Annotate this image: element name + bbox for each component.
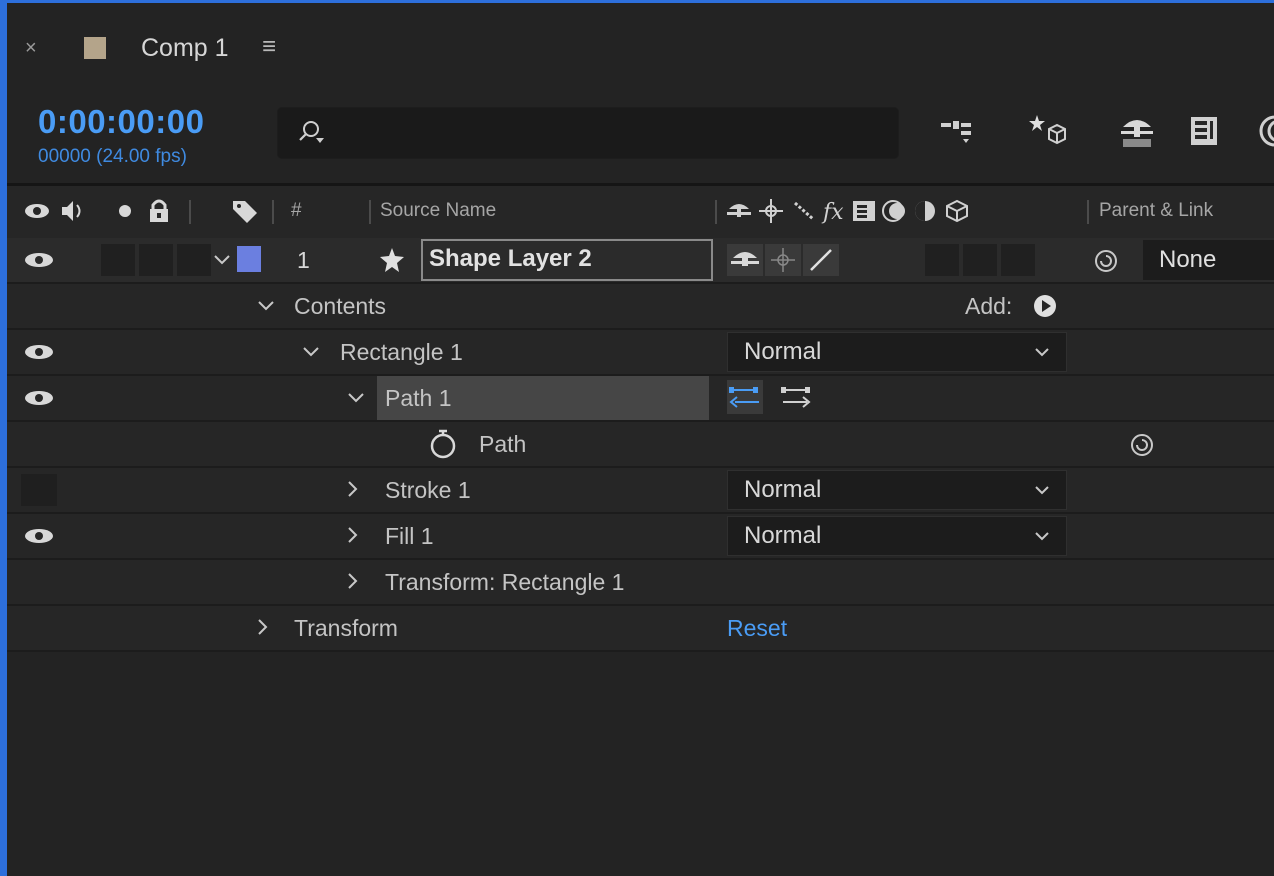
pick-whip-icon[interactable] [1093,248,1119,274]
switch-slot[interactable] [925,244,959,276]
column-divider [189,200,191,224]
parent-dropdown[interactable]: None [1143,240,1274,280]
switch-slot[interactable] [1001,244,1035,276]
chevron-down-icon[interactable] [347,388,365,406]
video-eye-icon[interactable] [23,197,51,225]
transform-rectangle-label: Transform: Rectangle 1 [385,569,625,595]
panel-tab-bar: × Comp 1 ≡ [7,3,1274,90]
rectangle-row[interactable]: Rectangle 1 Normal [7,330,1274,376]
chevron-right-icon[interactable] [343,480,361,498]
transform-label: Transform [294,615,398,641]
frame-count-display: 00000 (24.00 fps) [38,146,187,167]
layer-name: Shape Layer 2 [429,245,592,272]
solo-dot-icon[interactable] [111,197,139,225]
transform-row[interactable]: Transform Reset [7,606,1274,652]
column-number[interactable]: # [291,200,302,222]
contents-row[interactable]: Contents Add: [7,284,1274,330]
comp-mini-flowchart-icon[interactable] [937,111,977,151]
frame-blending-icon[interactable] [1185,111,1225,151]
layer-switches[interactable] [727,244,847,276]
layer-row[interactable]: 1 Shape Layer 2 None [7,238,1274,284]
rectangle-label: Rectangle 1 [340,339,463,365]
stroke-blend-mode-dropdown[interactable]: Normal [727,470,1067,510]
add-label: Add: [965,293,1013,319]
shy-switch-icon [727,204,751,217]
video-eye-icon[interactable] [22,388,56,408]
collapse-switch-icon [759,199,783,223]
path-direction-normal-icon[interactable] [779,380,815,414]
visibility-switch-off[interactable] [21,474,57,506]
layer-label-color[interactable] [237,246,261,272]
column-divider [272,200,274,224]
solo-switch[interactable] [139,244,173,276]
rectangle-blend-mode-dropdown[interactable]: Normal [727,332,1067,372]
stroke-label: Stroke 1 [385,477,471,503]
chevron-right-icon[interactable] [343,526,361,544]
path-property-label: Path [479,431,527,457]
parent-value: None [1159,246,1217,273]
column-parent-link[interactable]: Parent & Link [1099,200,1213,222]
column-divider [715,200,717,224]
lock-icon[interactable] [145,197,173,225]
switch-slot[interactable] [963,244,997,276]
chevron-down-icon [1035,532,1049,541]
comp-tab-title[interactable]: Comp 1 [141,34,229,63]
quality-switch-icon [794,201,814,221]
path-group-row[interactable]: Path 1 [7,376,1274,422]
timeline-panel: × Comp 1 ≡ 0:00:00:00 00000 (24.00 fps) [7,3,1274,876]
path-direction-reversed-icon[interactable] [727,380,763,414]
adjustment-layer-icon [915,201,935,221]
chevron-right-icon[interactable] [343,572,361,590]
panel-menu-icon[interactable]: ≡ [262,33,276,61]
motion-blur-icon[interactable] [1247,111,1274,151]
reset-link[interactable]: Reset [727,615,787,642]
layer-name-field[interactable]: Shape Layer 2 [421,239,713,281]
comp-color-swatch [84,37,106,59]
contents-label: Contents [294,293,387,319]
layer-number: 1 [297,247,310,273]
lock-switch[interactable] [177,244,211,276]
chevron-right-icon[interactable] [253,618,271,636]
video-eye-icon[interactable] [22,342,56,362]
shy-layers-icon[interactable] [1117,111,1157,151]
star-icon [380,248,404,272]
video-eye-icon[interactable] [22,250,56,270]
label-tag-icon[interactable] [231,197,259,225]
chevron-down-icon[interactable] [213,250,231,268]
close-tab-icon[interactable]: × [25,37,37,60]
blend-mode-value: Normal [744,522,822,549]
path-property-row[interactable]: Path [7,422,1274,468]
column-divider [369,200,371,224]
audio-speaker-icon[interactable] [59,197,87,225]
blend-mode-value: Normal [744,338,822,365]
video-eye-icon[interactable] [22,526,56,546]
add-menu-icon[interactable] [1033,294,1057,318]
search-input[interactable] [277,107,899,159]
transform-rectangle-row[interactable]: Transform: Rectangle 1 [7,560,1274,606]
column-source-name[interactable]: Source Name [380,200,496,222]
current-time-display[interactable]: 0:00:00:00 [38,103,204,141]
fill-blend-mode-dropdown[interactable]: Normal [727,516,1067,556]
stopwatch-icon[interactable] [427,428,459,460]
chevron-down-icon [1035,486,1049,495]
chevron-down-icon[interactable] [257,296,275,314]
fx-switch-icon: fx [821,200,844,225]
motion-blur-switch-icon [882,200,905,222]
blend-mode-value: Normal [744,476,822,503]
3d-layer-icon [946,199,968,223]
fill-row[interactable]: Fill 1 Normal [7,514,1274,560]
pick-whip-icon[interactable] [1129,432,1155,458]
fill-label: Fill 1 [385,523,434,549]
frame-blend-switch-icon [853,201,875,221]
chevron-down-icon [1035,348,1049,357]
switches-header-icons: fx [727,199,968,225]
audio-switch[interactable] [101,244,135,276]
stroke-row[interactable]: Stroke 1 Normal [7,468,1274,514]
column-divider [1087,200,1089,224]
path-group-label: Path 1 [385,385,452,411]
chevron-down-icon[interactable] [302,342,320,360]
draft-3d-icon[interactable] [1027,111,1067,151]
column-header: # Source Name fx Parent & Link [7,186,1274,241]
search-icon[interactable] [296,118,324,146]
